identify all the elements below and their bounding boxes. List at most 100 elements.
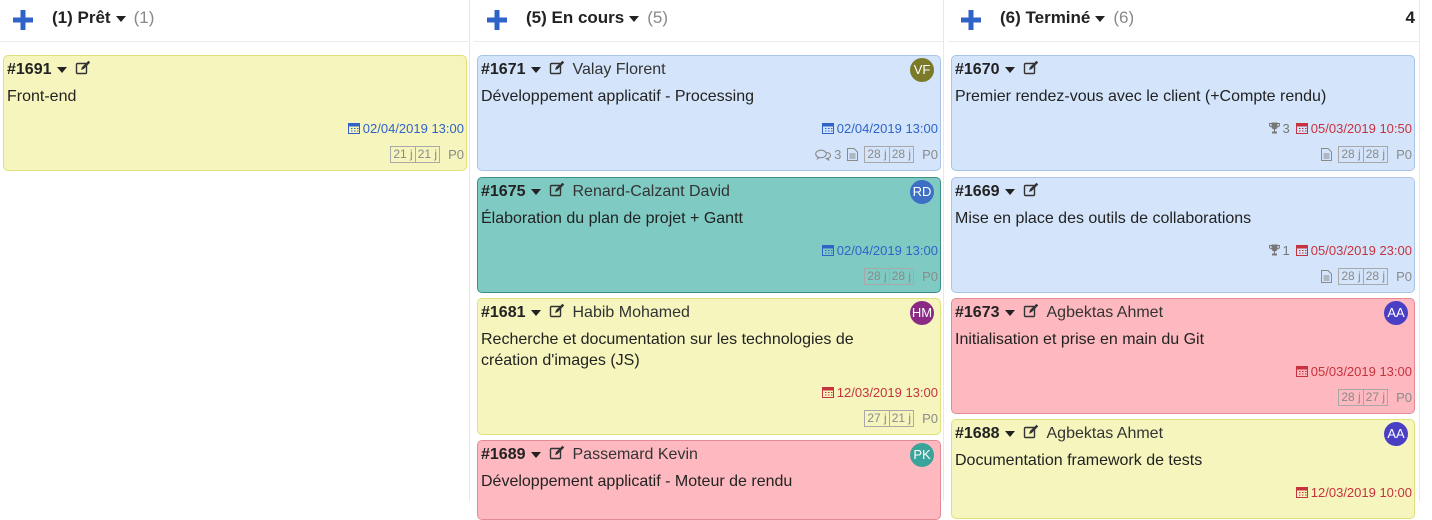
due-date-text: 12/03/2019 10:00 xyxy=(1310,485,1412,500)
column-title-dropdown[interactable]: (1) Prêt (1) xyxy=(52,8,154,28)
card-title: Développement applicatif - Moteur de ren… xyxy=(481,473,793,490)
card-title: Recherche et documentation sur les techn… xyxy=(481,331,854,369)
trophy-count: 3 xyxy=(1282,121,1290,136)
assignee-name: Agbektas Ahmet xyxy=(1046,304,1164,321)
card-title: Documentation framework de tests xyxy=(955,452,1203,469)
estimate-box: 28 j xyxy=(1338,389,1364,407)
chevron-down-icon[interactable] xyxy=(1004,66,1015,73)
due-date: 05/03/2019 13:00 xyxy=(1295,364,1412,379)
edit-icon[interactable] xyxy=(549,303,565,319)
card-header: #1673 Agbektas Ahmet xyxy=(955,303,1163,323)
document-icon xyxy=(1321,148,1333,162)
priority-label: P0 xyxy=(922,147,938,163)
chevron-down-icon[interactable] xyxy=(1004,188,1015,195)
due-date-text: 05/03/2019 23:00 xyxy=(1310,243,1412,258)
card-1671[interactable]: #1671 Valay Florent VF Développement appl… xyxy=(477,55,941,171)
edit-icon[interactable] xyxy=(1023,182,1039,198)
chevron-down-icon xyxy=(115,15,126,22)
due-date-text: 05/03/2019 10:50 xyxy=(1310,121,1412,136)
due-date: 1 05/03/2019 23:00 xyxy=(1268,243,1412,258)
card-title: Front-end xyxy=(7,88,77,105)
due-date: 12/03/2019 13:00 xyxy=(821,385,938,400)
add-card-plus-icon[interactable] xyxy=(960,9,982,31)
edit-icon[interactable] xyxy=(1023,424,1039,440)
calendar-icon xyxy=(1295,245,1308,256)
card-1691[interactable]: #1691 Front-end 02/04/2019 13:00 21 j 21 … xyxy=(3,55,467,171)
priority-label: P0 xyxy=(1396,390,1412,406)
chevron-down-icon[interactable] xyxy=(1004,430,1015,437)
column-title-dropdown[interactable]: (6) Terminé (6) xyxy=(1000,8,1134,28)
edit-icon[interactable] xyxy=(549,445,565,461)
document-icon xyxy=(1321,270,1333,284)
calendar-icon xyxy=(347,123,360,134)
spent-box: 21 j xyxy=(889,410,915,428)
spent-box: 28 j xyxy=(889,268,915,286)
estimate-box: 28 j xyxy=(864,268,890,286)
card-header: #1681 Habib Mohamed xyxy=(481,303,690,323)
chevron-down-icon[interactable] xyxy=(530,451,541,458)
card-header: #1688 Agbektas Ahmet xyxy=(955,424,1163,444)
add-card-plus-icon[interactable] xyxy=(486,9,508,31)
avatar: HM xyxy=(910,301,934,325)
card-1673[interactable]: #1673 Agbektas Ahmet AA Initialisation et… xyxy=(951,298,1415,414)
card-stats: 28 j 28 j P0 xyxy=(1321,146,1412,164)
column-title-dropdown[interactable]: (5) En cours (5) xyxy=(526,8,668,28)
due-date-text: 02/04/2019 13:00 xyxy=(836,121,938,136)
card-id[interactable]: #1688 xyxy=(955,425,1000,442)
card-stats: 27 j 21 j P0 xyxy=(864,410,938,428)
priority-label: P0 xyxy=(448,147,464,163)
calendar-icon xyxy=(821,245,834,256)
column-title-text: (5) En cours xyxy=(526,8,625,27)
spent-box: 28 j xyxy=(889,146,915,164)
spent-box: 21 j xyxy=(415,146,441,164)
edit-icon[interactable] xyxy=(549,60,565,76)
chevron-down-icon[interactable] xyxy=(1004,309,1015,316)
card-id[interactable]: #1681 xyxy=(481,304,526,321)
column-in-progress: (5) En cours (5) #1671 Valay Florent VF Dé… xyxy=(474,0,944,520)
card-id[interactable]: #1669 xyxy=(955,183,1000,200)
due-date: 02/04/2019 13:00 xyxy=(347,121,464,136)
priority-label: P0 xyxy=(1396,147,1412,163)
card-header: #1670 xyxy=(955,60,1039,80)
chevron-down-icon[interactable] xyxy=(530,188,541,195)
card-id[interactable]: #1675 xyxy=(481,183,526,200)
due-date-text: 02/04/2019 13:00 xyxy=(836,243,938,258)
card-1669[interactable]: #1669 Mise en place des outils de collab… xyxy=(951,177,1415,293)
calendar-icon xyxy=(1295,487,1308,498)
trophy-count: 1 xyxy=(1282,243,1290,258)
card-id[interactable]: #1671 xyxy=(481,61,526,78)
comment-count: 3 xyxy=(834,147,842,163)
assignee-name: Agbektas Ahmet xyxy=(1046,425,1164,442)
edit-icon[interactable] xyxy=(75,60,91,76)
column-title-text: (1) Prêt xyxy=(52,8,111,27)
card-1670[interactable]: #1670 Premier rendez-vous avec le client… xyxy=(951,55,1415,171)
due-date: 02/04/2019 13:00 xyxy=(821,243,938,258)
column-header: (5) En cours (5) xyxy=(474,0,943,42)
edit-icon[interactable] xyxy=(1023,60,1039,76)
avatar: AA xyxy=(1384,301,1408,325)
card-id[interactable]: #1673 xyxy=(955,304,1000,321)
card-1689[interactable]: #1689 Passemard Kevin PK Développement ap… xyxy=(477,440,941,520)
card-title: Élaboration du plan de projet + Gantt xyxy=(481,210,743,227)
column-header: (1) Prêt (1) xyxy=(0,0,469,42)
card-stats: 21 j 21 j P0 xyxy=(390,146,464,164)
card-id[interactable]: #1670 xyxy=(955,61,1000,78)
chevron-down-icon[interactable] xyxy=(530,309,541,316)
chevron-down-icon[interactable] xyxy=(530,66,541,73)
card-stats: 28 j 27 j P0 xyxy=(1338,389,1412,407)
card-header: #1671 Valay Florent xyxy=(481,60,666,80)
due-date: 3 05/03/2019 10:50 xyxy=(1268,121,1412,136)
chevron-down-icon[interactable] xyxy=(56,66,67,73)
card-id[interactable]: #1689 xyxy=(481,446,526,463)
card-1675[interactable]: #1675 Renard-Calzant David RD Élaboration… xyxy=(477,177,941,293)
edit-icon[interactable] xyxy=(1023,303,1039,319)
edit-icon[interactable] xyxy=(549,182,565,198)
card-1688[interactable]: #1688 Agbektas Ahmet AA Documentation fra… xyxy=(951,419,1415,519)
add-card-plus-icon[interactable] xyxy=(12,9,34,31)
calendar-icon xyxy=(1295,366,1308,377)
card-id[interactable]: #1691 xyxy=(7,61,52,78)
priority-label: P0 xyxy=(1396,269,1412,285)
spent-box: 27 j xyxy=(1363,389,1389,407)
estimate-box: 28 j xyxy=(1338,268,1364,286)
card-1681[interactable]: #1681 Habib Mohamed HM Recherche et docum… xyxy=(477,298,941,435)
